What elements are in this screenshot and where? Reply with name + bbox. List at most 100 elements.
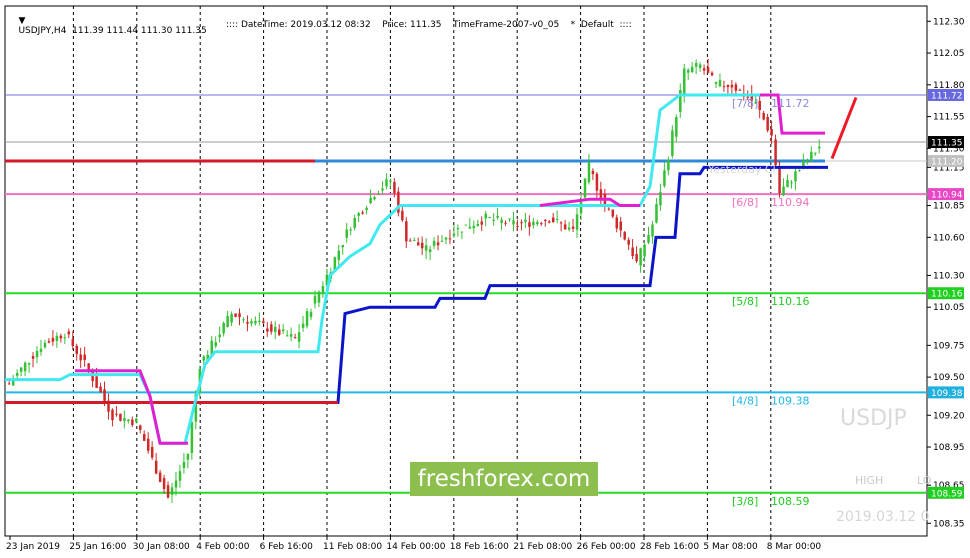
candle-body bbox=[373, 197, 376, 200]
candle-body bbox=[401, 210, 404, 221]
candle-body bbox=[59, 335, 63, 339]
candle-body bbox=[508, 218, 511, 220]
candle-body bbox=[317, 291, 321, 303]
time-label: 25 Jan 16:00 bbox=[69, 542, 126, 552]
candle-body bbox=[436, 242, 440, 246]
candle-body bbox=[190, 422, 194, 453]
plot-frame bbox=[4, 5, 928, 537]
collapse-triangle-icon[interactable]: ▼ bbox=[18, 16, 25, 26]
time-label: 28 Feb 16:00 bbox=[640, 542, 699, 552]
candle-body bbox=[353, 217, 356, 228]
candle-body bbox=[369, 197, 372, 204]
candle-body bbox=[690, 66, 694, 73]
candle-body bbox=[238, 313, 241, 318]
candle-body bbox=[730, 84, 734, 88]
price-label: 109.50 bbox=[933, 373, 965, 383]
candle-body bbox=[627, 239, 630, 245]
candle-body bbox=[758, 100, 761, 110]
price-tag-label: 111.35 bbox=[931, 138, 963, 148]
price-label: 109.75 bbox=[933, 341, 965, 351]
time-label: 18 Feb 16:00 bbox=[450, 542, 509, 552]
candle-body bbox=[202, 356, 206, 361]
candle-body bbox=[802, 160, 805, 167]
candle-body bbox=[786, 179, 789, 188]
candle-body bbox=[281, 329, 285, 332]
candle-body bbox=[476, 223, 480, 226]
time-label: 23 Jan 2019 bbox=[6, 542, 60, 552]
candle-body bbox=[357, 213, 360, 216]
candle-body bbox=[337, 250, 341, 260]
candle-body bbox=[738, 89, 742, 91]
candle-body bbox=[631, 247, 634, 256]
candle-body bbox=[19, 367, 23, 372]
candle-body bbox=[762, 112, 765, 120]
candle-body bbox=[309, 311, 313, 318]
candle-body bbox=[51, 337, 55, 342]
candle-body bbox=[123, 418, 126, 422]
candle-body bbox=[571, 226, 575, 229]
candle-body bbox=[619, 221, 622, 231]
candle-body bbox=[500, 219, 503, 224]
candle-body bbox=[230, 313, 233, 323]
candle-body bbox=[297, 332, 301, 342]
candle-body bbox=[722, 86, 726, 88]
candle-body bbox=[31, 356, 35, 359]
chart-window[interactable]: 23 Jan 2019 25 Jan 16:00 30 Jan 08:00 4 Feb… bbox=[0, 0, 970, 558]
candle-body bbox=[770, 128, 773, 136]
candle-body bbox=[675, 117, 678, 137]
candle-body bbox=[135, 418, 138, 423]
candle-body bbox=[266, 328, 269, 332]
candle-body bbox=[524, 219, 527, 222]
candle-body bbox=[480, 221, 484, 225]
navy-step-line bbox=[5, 165, 828, 405]
candle-body bbox=[702, 68, 706, 71]
candle-body bbox=[635, 253, 638, 262]
candle-body bbox=[659, 191, 662, 206]
candle-body bbox=[607, 208, 611, 210]
candle-body bbox=[814, 152, 817, 154]
candle-body bbox=[186, 453, 190, 460]
candle-body bbox=[782, 186, 785, 196]
candle-body bbox=[131, 419, 134, 425]
price-label: 110.30 bbox=[933, 271, 965, 281]
candle-body bbox=[726, 84, 730, 88]
candle-body bbox=[615, 217, 619, 229]
candle-body bbox=[162, 478, 166, 489]
candle-body bbox=[139, 425, 142, 430]
murrey-level-name: [6/8] bbox=[732, 196, 758, 209]
price-label: 110.60 bbox=[933, 233, 965, 243]
murrey-level-value: 108.59 bbox=[771, 495, 810, 508]
candle-body bbox=[79, 354, 82, 361]
candle-body bbox=[671, 130, 674, 156]
trend-arrow-line bbox=[830, 96, 858, 160]
candle-body bbox=[43, 342, 47, 348]
price-label: 112.30 bbox=[933, 17, 965, 27]
murrey-level-name: [3/8] bbox=[732, 495, 758, 508]
candle-body bbox=[595, 173, 599, 191]
candle-body bbox=[15, 373, 19, 376]
candle-body bbox=[63, 337, 67, 339]
yesterday-close-label: Yesterday Cl bbox=[707, 163, 776, 176]
candle-body bbox=[27, 362, 31, 365]
time-label: 30 Jan 08:00 bbox=[133, 542, 190, 552]
murrey-level-value: 110.16 bbox=[771, 295, 810, 308]
candle-body bbox=[504, 222, 507, 224]
brand-watermark: freshforex.com bbox=[410, 462, 598, 496]
candle-body bbox=[575, 214, 579, 230]
candle-body bbox=[143, 434, 146, 441]
candle-body bbox=[389, 180, 392, 182]
candle-body bbox=[321, 286, 325, 293]
candle-body bbox=[301, 323, 305, 328]
high-watermark: HIGH bbox=[855, 474, 884, 487]
symbol-header-text: USDJPY,H4 111.39 111.44 111.30 111.35 bbox=[18, 26, 207, 36]
candle-body bbox=[75, 345, 79, 355]
candle-body bbox=[258, 320, 261, 323]
candle-body bbox=[166, 485, 170, 498]
candle-body bbox=[679, 89, 682, 112]
murrey-level-name: [4/8] bbox=[732, 394, 758, 407]
candle-body bbox=[424, 245, 428, 251]
time-label: 4 Feb 00:00 bbox=[196, 542, 250, 552]
candle-body bbox=[639, 248, 642, 266]
candle-body bbox=[440, 240, 444, 242]
candle-body bbox=[548, 221, 551, 223]
